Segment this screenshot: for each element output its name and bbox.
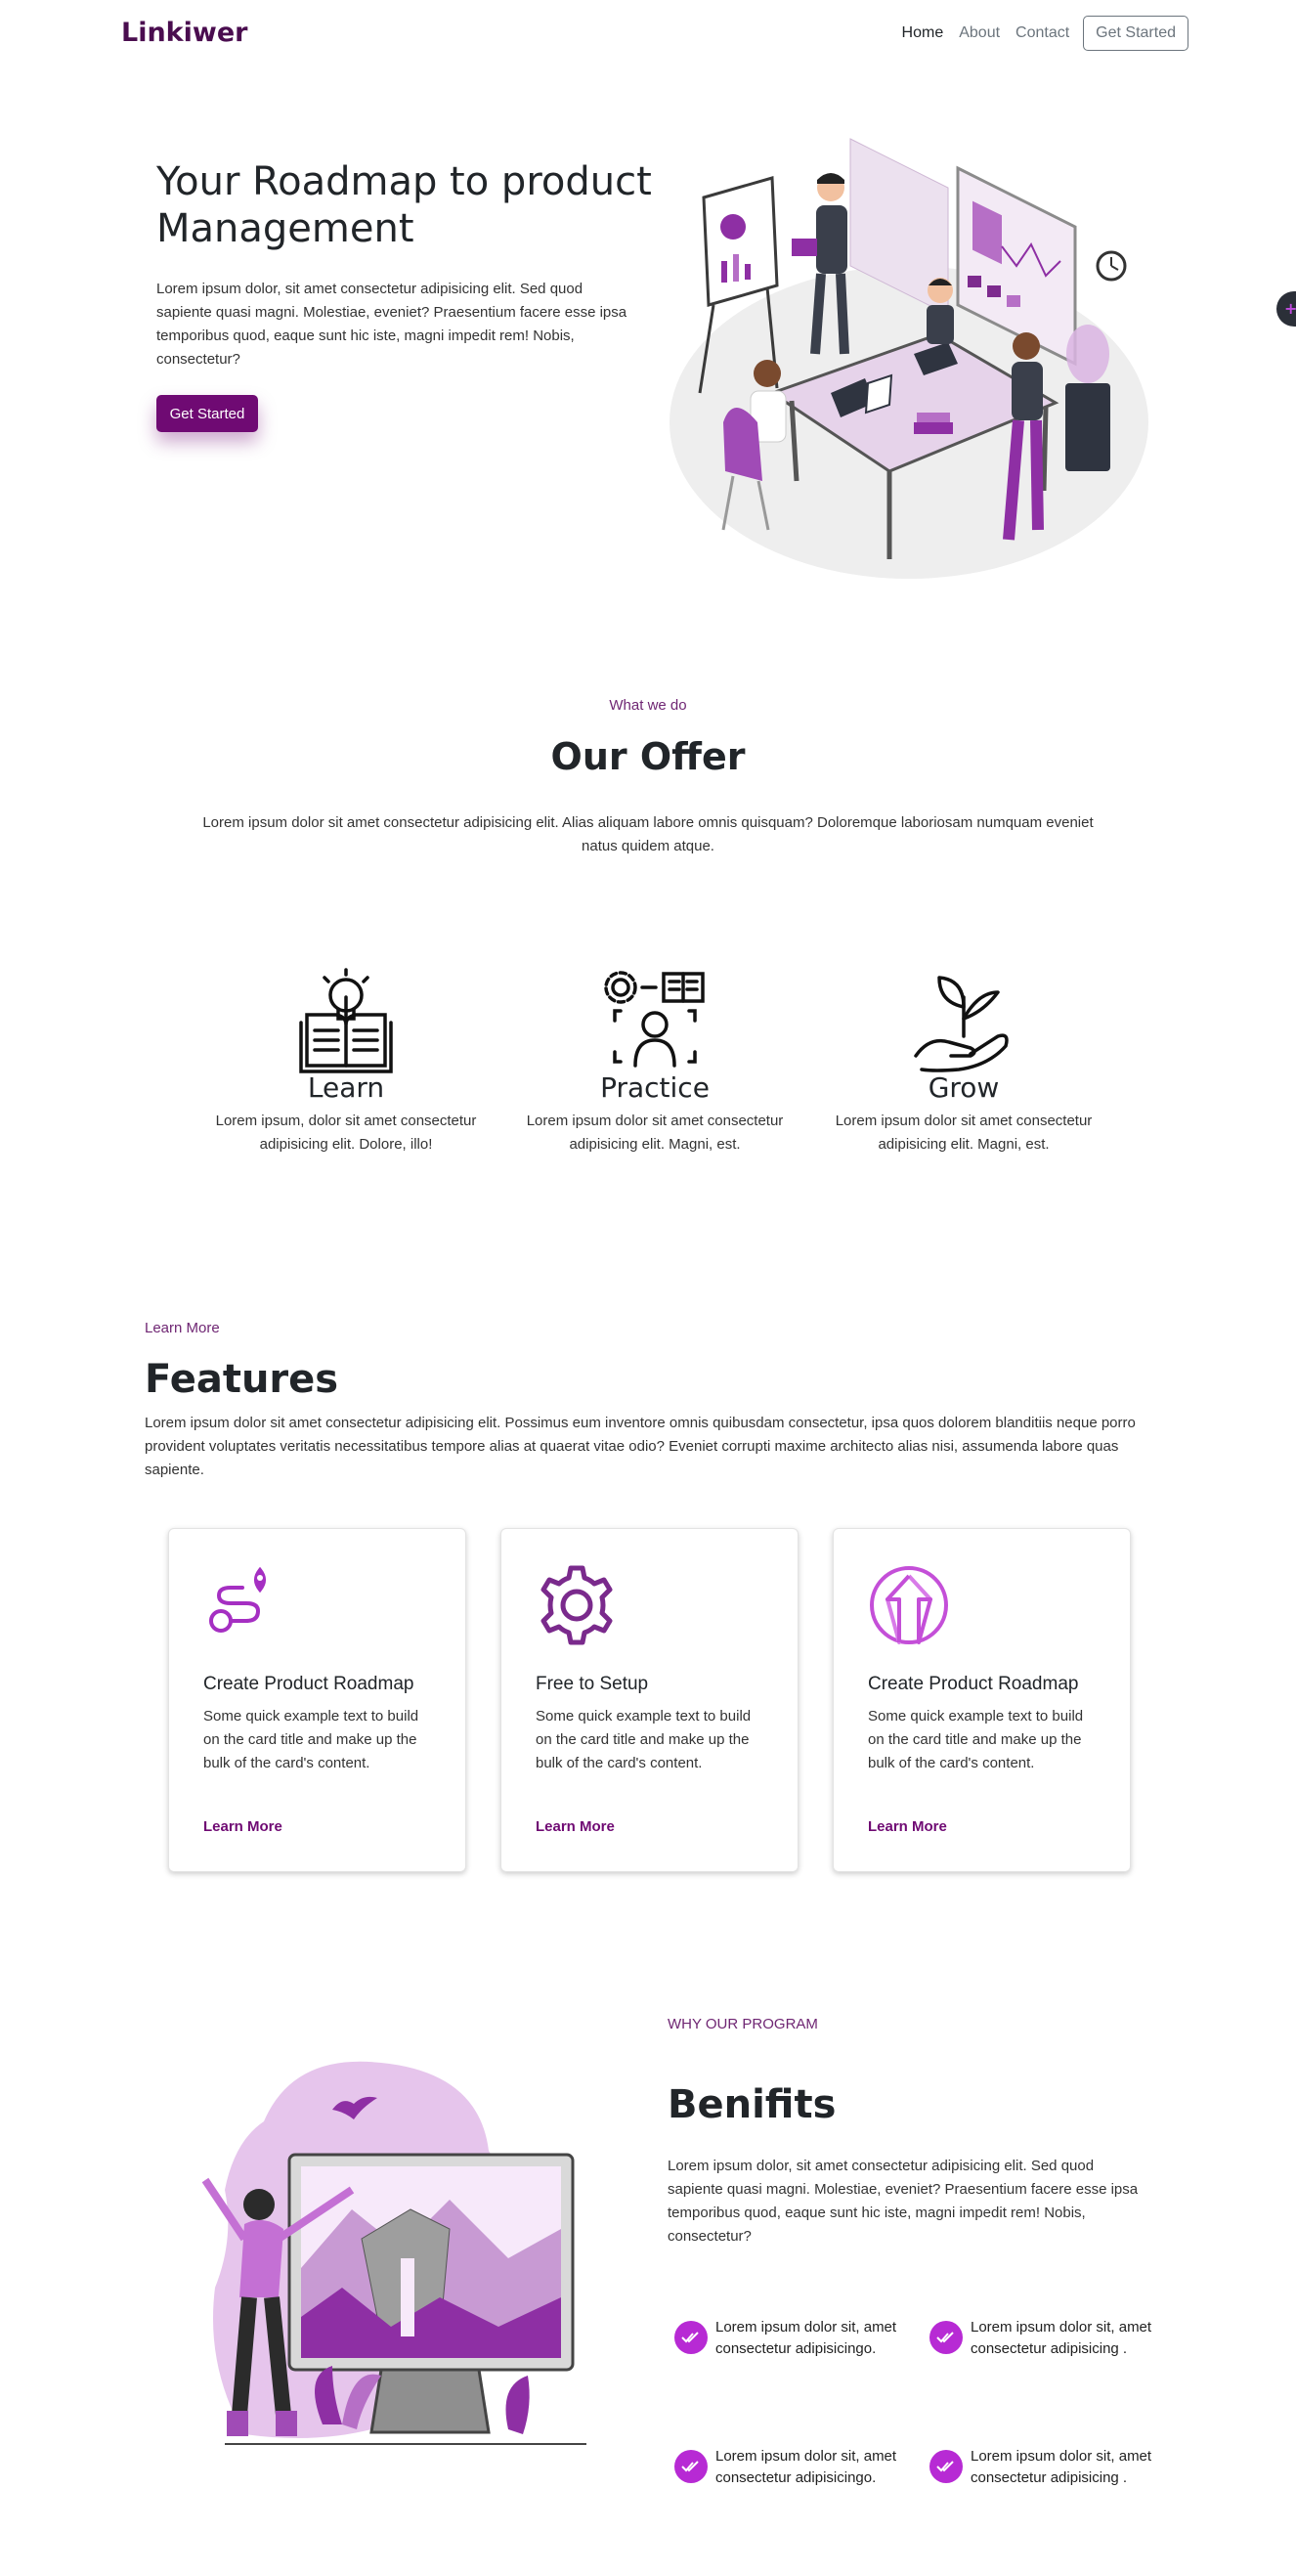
benefits-text: Lorem ipsum dolor, sit amet consectetur … (668, 2158, 1139, 2245)
benefit-item-text: Lorem ipsum dolor sit, amet consectetur … (971, 2319, 1152, 2357)
card-learn-more-link[interactable]: Learn More (203, 1818, 282, 1835)
offer-item-title: Learn (307, 1071, 385, 1104)
plus-icon: + (1284, 299, 1296, 318)
card-text: Some quick example text to build on the … (868, 1708, 1084, 1771)
arrow-up-circle-icon (870, 1566, 948, 1644)
offer-item-text: Lorem ipsum dolor sit amet consectetur a… (835, 1113, 1093, 1153)
brand-logo[interactable]: Linkiwer (121, 18, 247, 48)
card-text: Some quick example text to build on the … (203, 1708, 419, 1771)
benefit-item: Lorem ipsum dolor sit, amet consectetur … (674, 2317, 899, 2360)
features-title: Features (145, 1357, 339, 1402)
hand-plant-icon (914, 976, 1009, 1072)
offer-item-title: Grow (928, 1071, 1000, 1104)
hero-title: Your Roadmap to product Management (156, 159, 652, 251)
gear-person-book-icon (604, 971, 705, 1068)
benefit-item: Lorem ipsum dolor sit, amet consectetur … (929, 2446, 1154, 2489)
double-check-icon (929, 2321, 963, 2354)
card-learn-more-link[interactable]: Learn More (868, 1818, 947, 1835)
nav-links: Home About Contact Get Started (894, 16, 1188, 51)
gear-icon (540, 1565, 613, 1645)
features-text: Lorem ipsum dolor sit amet consectetur a… (145, 1415, 1136, 1478)
navbar: Linkiwer Home About Contact Get Started (0, 0, 1296, 68)
offer-title: Our Offer (550, 735, 746, 778)
nav-link-home[interactable]: Home (894, 24, 952, 42)
hero-text: Lorem ipsum dolor, sit amet consectetur … (156, 281, 627, 368)
offer-item-practice: Practice Lorem ipsum dolor sit amet cons… (513, 968, 797, 1157)
offer-item-title: Practice (600, 1071, 710, 1104)
benefit-item-text: Lorem ipsum dolor sit, amet consectetur … (715, 2448, 897, 2486)
offer-item-text: Lorem ipsum, dolor sit amet consectetur … (215, 1113, 477, 1153)
nav-get-started-button[interactable]: Get Started (1083, 16, 1188, 51)
side-tab[interactable]: + (1276, 291, 1296, 327)
benefits-title: Benifits (668, 2082, 837, 2127)
feature-card: Create Product Roadmap Some quick exampl… (168, 1528, 466, 1872)
benefits-label: WHY OUR PROGRAM (668, 2016, 818, 2032)
benefit-item: Lorem ipsum dolor sit, amet consectetur … (674, 2446, 899, 2489)
route-icon (209, 1566, 266, 1633)
team-meeting-illustration (670, 138, 1148, 579)
offer-item-text: Lorem ipsum dolor sit amet consectetur a… (526, 1113, 784, 1153)
card-title: Create Product Roadmap (203, 1674, 414, 1694)
nav-link-about[interactable]: About (951, 24, 1008, 42)
card-title: Free to Setup (536, 1674, 649, 1694)
hero-get-started-button[interactable]: Get Started (156, 395, 258, 432)
double-check-icon (674, 2450, 708, 2483)
nav-link-contact[interactable]: Contact (1008, 24, 1077, 42)
feature-card: Create Product Roadmap Some quick exampl… (833, 1528, 1131, 1872)
offer-item-grow: Grow Lorem ipsum dolor sit amet consecte… (822, 968, 1105, 1157)
feature-card: Free to Setup Some quick example text to… (500, 1528, 799, 1872)
features-label[interactable]: Learn More (145, 1320, 220, 1336)
double-check-icon (674, 2321, 708, 2354)
card-learn-more-link[interactable]: Learn More (536, 1818, 615, 1835)
offer-item-learn: Learn Lorem ipsum, dolor sit amet consec… (204, 968, 488, 1157)
benefit-item-text: Lorem ipsum dolor sit, amet consectetur … (971, 2448, 1152, 2486)
double-check-icon (929, 2450, 963, 2483)
benefit-item: Lorem ipsum dolor sit, amet consectetur … (929, 2317, 1154, 2360)
book-lightbulb-icon (299, 968, 393, 1073)
card-text: Some quick example text to build on the … (536, 1708, 752, 1771)
offer-label: What we do (609, 697, 687, 714)
benefit-item-text: Lorem ipsum dolor sit, amet consectetur … (715, 2319, 897, 2357)
card-title: Create Product Roadmap (868, 1674, 1079, 1694)
monitor-landscape-illustration (201, 2061, 586, 2445)
offer-text: Lorem ipsum dolor sit amet consectetur a… (202, 814, 1094, 854)
